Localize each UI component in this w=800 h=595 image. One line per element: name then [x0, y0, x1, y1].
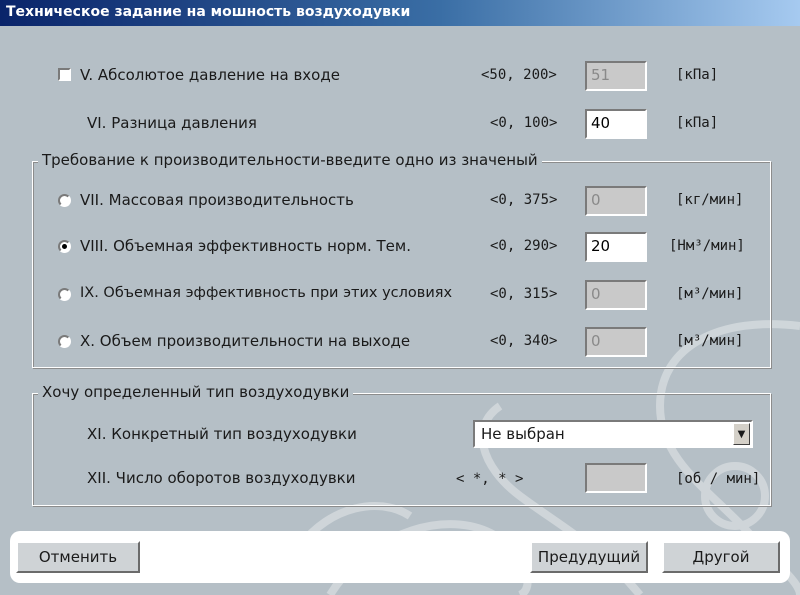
mass-flow-radio[interactable] — [58, 194, 71, 207]
actual-volume-label: IX. Объемная эффективность при этих усло… — [80, 285, 453, 301]
title-bar: Техническое задание на мошность воздуход… — [0, 0, 800, 26]
pressure-diff-range: <0, 100> — [490, 115, 558, 131]
abs-pressure-range: <50, 200> — [481, 67, 557, 83]
window-title: Техническое задание на мошность воздуход… — [6, 4, 411, 20]
mass-flow-unit: [кг/мин] — [676, 192, 744, 208]
outlet-volume-range: <0, 340> — [490, 333, 558, 349]
mass-flow-input[interactable]: 0 — [585, 186, 647, 216]
abs-pressure-unit: [кПа] — [676, 67, 719, 83]
blower-type-select[interactable]: Не выбран ▼ — [473, 420, 753, 448]
actual-volume-range: <0, 315> — [490, 286, 558, 302]
mass-flow-label: VII. Массовая производительность — [80, 191, 354, 209]
normal-volume-input[interactable]: 20 — [585, 232, 647, 262]
actual-volume-input[interactable]: 0 — [585, 280, 647, 310]
performance-group-legend: Требование к производительности-введите … — [38, 151, 542, 169]
normal-volume-unit: [Нм³/мин] — [669, 238, 745, 254]
actual-volume-unit: [м³/мин] — [676, 286, 744, 302]
rpm-unit: [об / мин] — [676, 471, 761, 487]
outlet-volume-input[interactable]: 0 — [585, 327, 647, 357]
outlet-volume-unit: [м³/мин] — [676, 333, 744, 349]
abs-pressure-checkbox[interactable] — [58, 68, 71, 81]
outlet-volume-radio[interactable] — [58, 335, 71, 348]
rpm-range: < *, * > — [456, 471, 524, 487]
next-button[interactable]: Другой — [662, 541, 780, 573]
actual-volume-radio[interactable] — [58, 288, 71, 301]
rpm-input[interactable] — [585, 463, 647, 493]
blower-type-group — [32, 393, 771, 506]
blower-type-value: Не выбран — [481, 425, 565, 443]
blower-type-label: XI. Конкретный тип воздуходувки — [87, 425, 357, 443]
normal-volume-range: <0, 290> — [490, 238, 558, 254]
normal-volume-label: VIII. Объемная эффективность норм. Тем. — [80, 237, 411, 255]
pressure-diff-unit: [кПа] — [676, 115, 719, 131]
blower-type-group-legend: Хочу определенный тип воздуходувки — [38, 383, 354, 401]
outlet-volume-label: X. Объем производительности на выходе — [80, 332, 411, 350]
normal-volume-radio[interactable] — [58, 240, 71, 253]
rpm-label: XII. Число оборотов воздуходувки — [87, 469, 356, 487]
chevron-down-icon[interactable]: ▼ — [733, 423, 750, 445]
mass-flow-range: <0, 375> — [490, 192, 558, 208]
pressure-diff-label: VI. Разница давления — [87, 114, 257, 132]
cancel-button[interactable]: Отменить — [16, 541, 140, 573]
pressure-diff-input[interactable]: 40 — [585, 109, 647, 139]
previous-button[interactable]: Предудущий — [530, 541, 648, 573]
abs-pressure-input[interactable]: 51 — [585, 61, 647, 91]
abs-pressure-label: V. Абсолютое давление на входе — [80, 66, 340, 84]
